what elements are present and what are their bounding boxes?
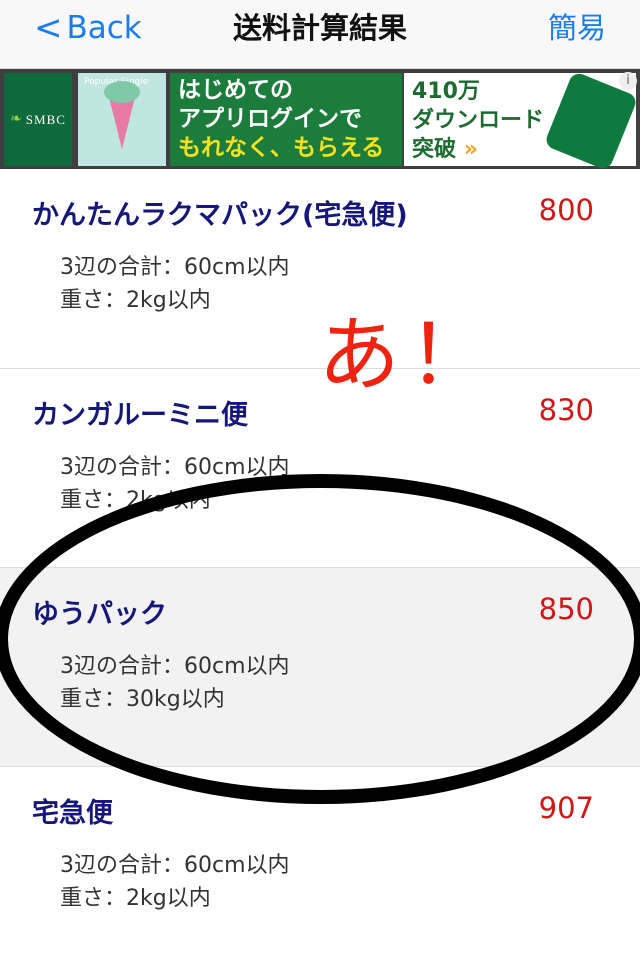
ad-banner[interactable]: ❧ SMBC Popular Single はじめての アプリログインで もれな…	[0, 69, 640, 172]
ad-copy-line3: もれなく、もらえる	[178, 135, 385, 161]
shipping-detail: 3辺の合計：60cm以内 重さ：30kg以内	[60, 650, 290, 716]
ad-download-panel: 410万 ダウンロード 突破 »	[404, 70, 639, 172]
shipping-price: 907	[538, 791, 594, 825]
shipping-detail: 3辺の合計：60cm以内 重さ：2kg以内	[60, 849, 290, 915]
shipping-detail: 3辺の合計：60cm以内 重さ：2kg以内	[60, 251, 290, 317]
page-title: 送料計算結果	[232, 11, 407, 45]
shipping-price: 850	[538, 592, 594, 626]
size-limit: 3辺の合計：60cm以内	[60, 255, 290, 280]
weight-limit: 重さ：2kg以内	[60, 488, 211, 513]
ad-copy-line1: はじめての	[178, 77, 293, 103]
shipping-method-name: ゆうパック	[32, 599, 167, 630]
shipping-method-name: かんたんラクマパック(宅急便)	[32, 200, 408, 231]
shipping-method-name: カンガルーミニ便	[32, 400, 248, 431]
navigation-bar: < Back 送料計算結果 簡易	[0, 0, 640, 69]
annotation-text: あ！	[318, 308, 499, 403]
shipping-method-name: 宅急便	[32, 798, 113, 829]
ad-brand-logo: ❧ SMBC	[4, 73, 72, 166]
ad-download-breakthrough: 突破	[412, 137, 457, 162]
size-limit: 3辺の合計：60cm以内	[60, 853, 290, 878]
weight-limit: 重さ：2kg以内	[60, 886, 211, 911]
shipping-detail: 3辺の合計：60cm以内 重さ：2kg以内	[60, 451, 290, 517]
shipping-price: 830	[538, 393, 594, 427]
ad-info-icon[interactable]: i	[619, 72, 637, 90]
list-item[interactable]: 宅急便 907 3辺の合計：60cm以内 重さ：2kg以内	[0, 766, 640, 965]
ad-download-label: ダウンロード	[412, 108, 545, 133]
list-item[interactable]: ゆうパック 850 3辺の合計：60cm以内 重さ：30kg以内	[0, 567, 640, 766]
size-limit: 3辺の合計：60cm以内	[60, 654, 290, 679]
ad-download-count: 410万	[412, 79, 480, 104]
size-limit: 3辺の合計：60cm以内	[60, 455, 290, 480]
ice-cream-scoop-icon	[104, 81, 140, 103]
simple-button[interactable]: 簡易	[548, 8, 606, 48]
ad-product-image: Popular Single	[78, 73, 166, 166]
double-arrow-icon: »	[463, 137, 478, 162]
ad-headline: はじめての アプリログインで もれなく、もらえる	[170, 73, 402, 166]
shipping-price: 800	[538, 193, 594, 227]
weight-limit: 重さ：30kg以内	[60, 687, 225, 712]
ad-copy-line2: アプリログインで	[178, 106, 362, 132]
weight-limit: 重さ：2kg以内	[60, 288, 211, 313]
leaf-icon: ❧	[10, 112, 23, 127]
